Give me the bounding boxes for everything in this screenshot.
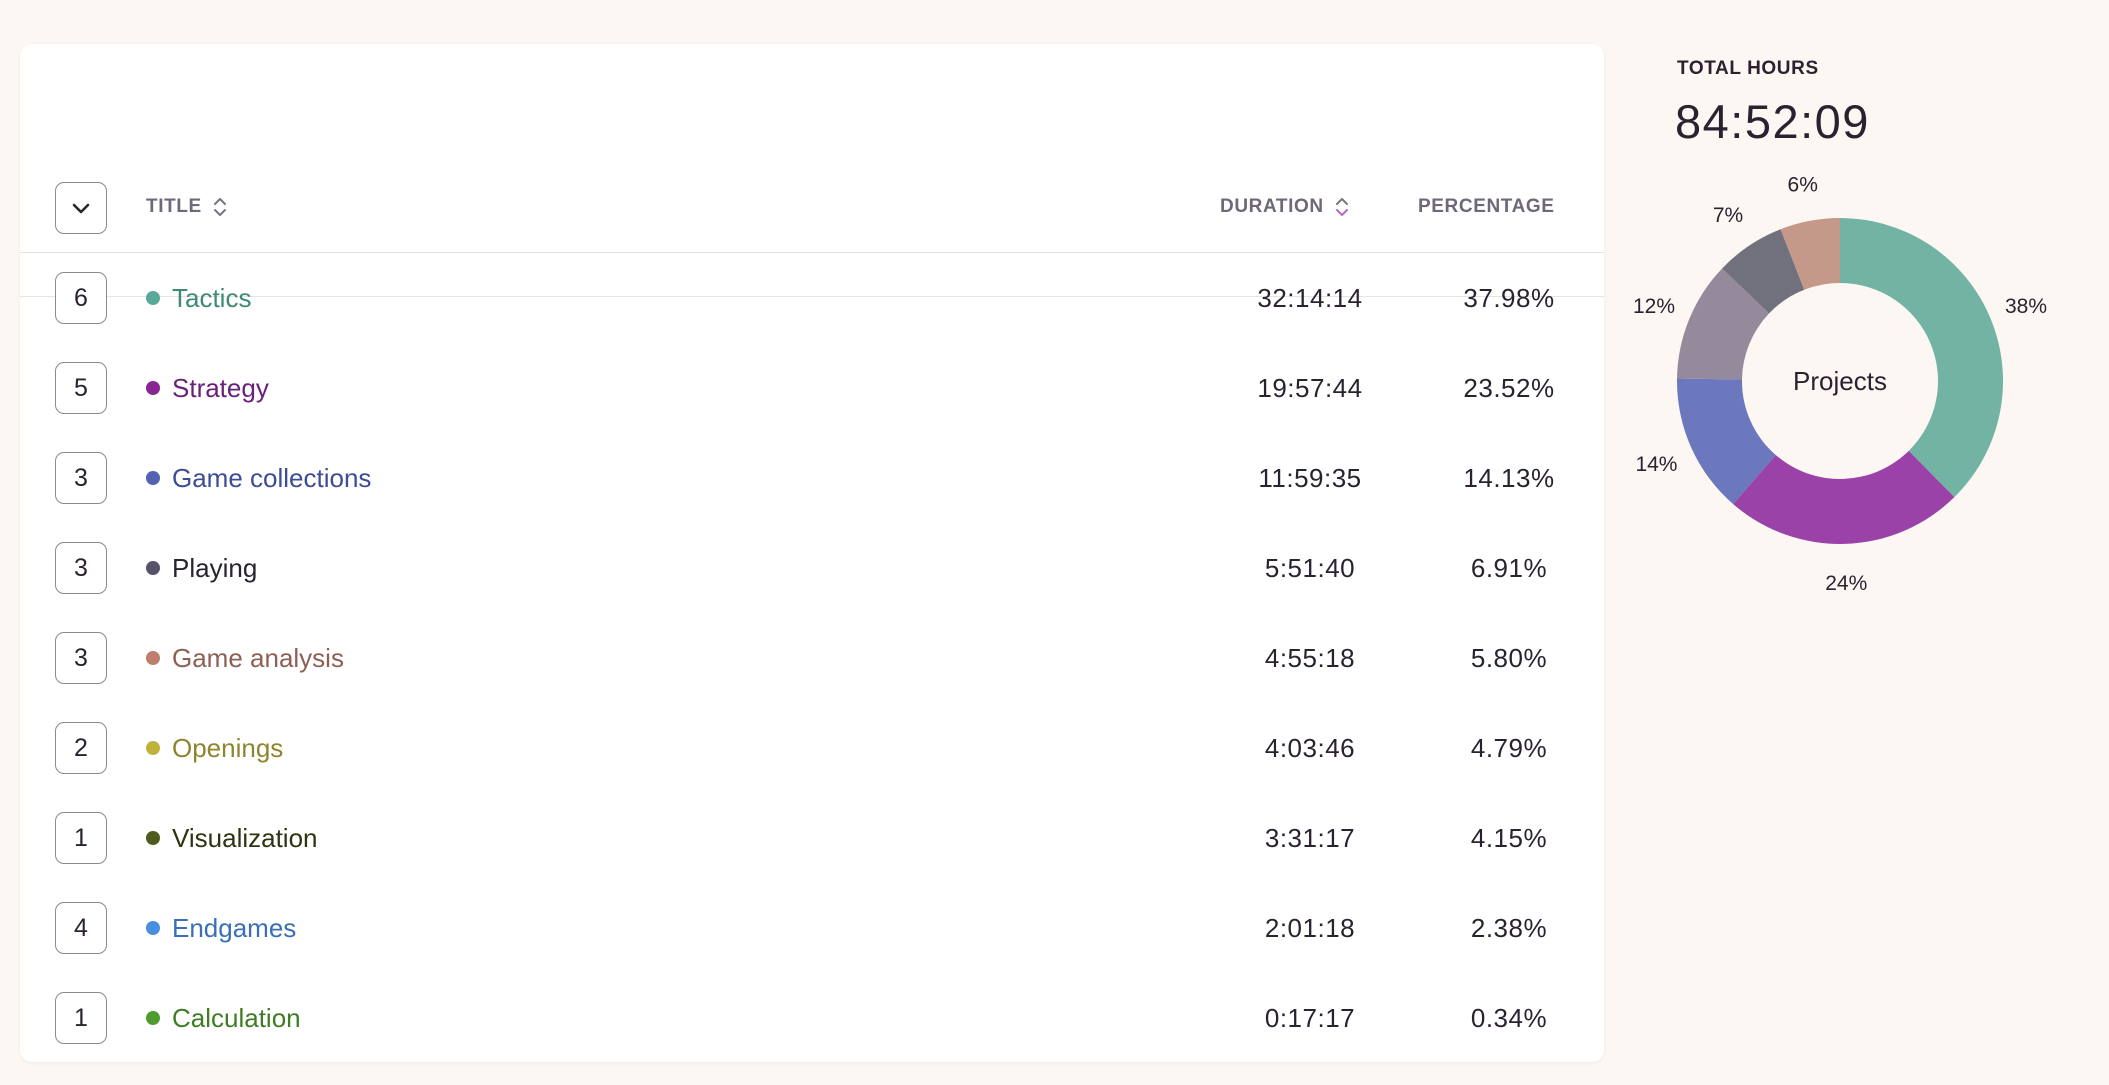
project-duration: 4:03:46 xyxy=(1264,733,1356,763)
column-title-label: TITLE xyxy=(146,196,202,217)
total-hours-label: TOTAL HOURS xyxy=(1677,58,1819,79)
project-duration: 5:51:40 xyxy=(1264,553,1356,583)
column-duration-label: DURATION xyxy=(1220,196,1324,217)
chevron-down-icon xyxy=(72,203,90,214)
project-percentage: 0.34% xyxy=(1470,1003,1548,1033)
project-title-link[interactable]: Visualization xyxy=(172,793,318,883)
subproject-count-button[interactable]: 4 xyxy=(55,902,107,954)
project-title-link[interactable]: Playing xyxy=(172,523,257,613)
project-title-link[interactable]: Openings xyxy=(172,703,283,793)
project-color-dot xyxy=(146,561,160,575)
table-row[interactable]: 1 Calculation 0:17:17 0.34% xyxy=(20,973,1604,1063)
project-duration: 32:14:14 xyxy=(1257,283,1363,313)
project-duration: 4:55:18 xyxy=(1264,643,1356,673)
project-percentage: 23.52% xyxy=(1463,373,1555,403)
project-color-dot xyxy=(146,471,160,485)
project-percentage: 37.98% xyxy=(1463,283,1555,313)
project-title-link[interactable]: Game collections xyxy=(172,433,371,523)
column-header-percentage[interactable]: PERCENTAGE xyxy=(1418,182,1555,232)
project-color-dot xyxy=(146,831,160,845)
table-row[interactable]: 1 Visualization 3:31:17 4.15% xyxy=(20,793,1604,883)
subproject-count-button[interactable]: 5 xyxy=(55,362,107,414)
donut-slice[interactable] xyxy=(1840,218,2003,498)
projects-donut-chart: 38% 24% 14% 12% 7% 6% Projects xyxy=(1633,173,2047,595)
column-percentage-label: PERCENTAGE xyxy=(1418,196,1555,217)
donut-slice-label: 7% xyxy=(1713,204,1743,227)
table-row[interactable]: 3 Playing 5:51:40 6.91% xyxy=(20,523,1604,613)
project-percentage: 14.13% xyxy=(1463,463,1555,493)
project-color-dot xyxy=(146,291,160,305)
table-row[interactable]: 3 Game analysis 4:55:18 5.80% xyxy=(20,613,1604,703)
table-row[interactable]: 4 Endgames 2:01:18 2.38% xyxy=(20,883,1604,973)
project-duration: 2:01:18 xyxy=(1264,913,1356,943)
subproject-count-button[interactable]: 1 xyxy=(55,812,107,864)
project-color-dot xyxy=(146,1011,160,1025)
donut-slice-label: 6% xyxy=(1788,173,1818,196)
project-duration: 11:59:35 xyxy=(1258,463,1362,493)
total-hours-value: 84:52:09 xyxy=(1675,95,1870,148)
donut-slice-label: 14% xyxy=(1635,453,1677,476)
project-color-dot xyxy=(146,381,160,395)
project-color-dot xyxy=(146,651,160,665)
subproject-count-button[interactable]: 1 xyxy=(55,992,107,1044)
donut-slice-label: 24% xyxy=(1825,572,1867,595)
project-percentage: 5.80% xyxy=(1470,643,1548,673)
column-header-title[interactable]: TITLE xyxy=(146,182,228,232)
table-row[interactable]: 6 Tactics 32:14:14 37.98% xyxy=(20,253,1604,343)
project-percentage: 4.79% xyxy=(1470,733,1548,763)
project-color-dot xyxy=(146,921,160,935)
project-color-dot xyxy=(146,741,160,755)
project-percentage: 6.91% xyxy=(1470,553,1548,583)
project-percentage: 2.38% xyxy=(1470,913,1548,943)
subproject-count-button[interactable]: 6 xyxy=(55,272,107,324)
project-duration: 3:31:17 xyxy=(1264,823,1356,853)
donut-slice-label: 12% xyxy=(1633,295,1675,318)
project-title-link[interactable]: Strategy xyxy=(172,343,269,433)
project-percentage: 4.15% xyxy=(1470,823,1548,853)
project-duration: 19:57:44 xyxy=(1257,373,1363,403)
table-row[interactable]: 2 Openings 4:03:46 4.79% xyxy=(20,703,1604,793)
project-title-link[interactable]: Game analysis xyxy=(172,613,344,703)
project-title-link[interactable]: Endgames xyxy=(172,883,296,973)
column-header-duration[interactable]: DURATION xyxy=(1220,182,1350,232)
subproject-count-button[interactable]: 3 xyxy=(55,542,107,594)
sort-icon[interactable] xyxy=(212,194,228,220)
subproject-count-button[interactable]: 2 xyxy=(55,722,107,774)
table-row[interactable]: 3 Game collections 11:59:35 14.13% xyxy=(20,433,1604,523)
subproject-count-button[interactable]: 3 xyxy=(55,632,107,684)
expand-all-button[interactable] xyxy=(55,182,107,234)
sort-icon[interactable] xyxy=(1334,194,1350,220)
project-title-link[interactable]: Tactics xyxy=(172,253,251,343)
table-row[interactable]: 5 Strategy 19:57:44 23.52% xyxy=(20,343,1604,433)
project-duration: 0:17:17 xyxy=(1264,1003,1356,1033)
donut-slice-label: 38% xyxy=(2005,295,2047,318)
donut-center-label: Projects xyxy=(1793,366,1887,396)
subproject-count-button[interactable]: 3 xyxy=(55,452,107,504)
project-title-link[interactable]: Calculation xyxy=(172,973,301,1063)
